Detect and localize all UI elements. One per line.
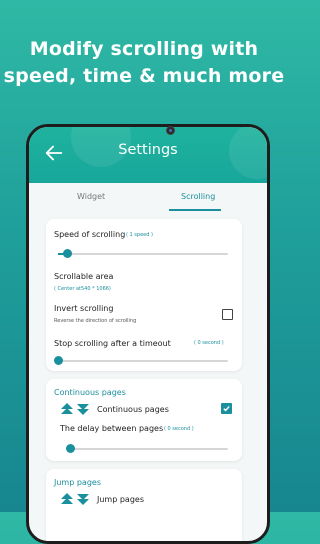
page-title: Settings — [118, 142, 178, 158]
timeout-slider[interactable] — [54, 356, 228, 365]
scrollable-area-value: ( Center at540 * 1066) — [54, 286, 111, 292]
slider-thumb[interactable] — [62, 249, 72, 258]
continuous-pages-checkbox[interactable] — [221, 403, 232, 414]
jump-pages-title: Jump pages — [54, 478, 101, 487]
tab-scrolling[interactable]: Scrolling — [181, 192, 215, 201]
slider-thumb[interactable] — [66, 444, 75, 453]
continuous-pages-card: Continuous pages Continuous pages The de… — [46, 379, 242, 461]
delay-value: ( 0 second ) — [164, 426, 194, 432]
invert-scrolling-label: Invert scrolling — [54, 304, 114, 313]
tab-widget[interactable]: Widget — [77, 192, 105, 201]
phone-frame: Settings Widget Scrolling Speed of scrol… — [26, 124, 270, 544]
slider-thumb[interactable] — [54, 356, 63, 365]
front-camera — [167, 127, 174, 134]
up-down-arrows-icon — [61, 403, 89, 415]
invert-scrolling-checkbox[interactable] — [222, 309, 233, 320]
continuous-pages-label: Continuous pages — [97, 405, 169, 414]
app-bar: Settings — [29, 127, 267, 183]
speed-label: Speed of scrolling — [54, 230, 126, 239]
jump-pages-card: Jump pages Jump pages — [46, 469, 242, 541]
scroll-settings-card: Speed of scrolling ( 1 speed ) Scrollabl… — [46, 219, 242, 371]
continuous-pages-title: Continuous pages — [54, 388, 126, 397]
up-down-arrows-icon — [61, 493, 89, 505]
delay-label: The delay between pages — [60, 424, 164, 433]
timeout-value: ( 0 second ) — [194, 340, 224, 346]
speed-value: ( 1 speed ) — [126, 232, 153, 238]
tab-bar: Widget Scrolling — [29, 185, 267, 213]
tab-indicator — [169, 209, 221, 211]
timeout-label: Stop scrolling after a timeout — [54, 339, 171, 348]
slider-track — [58, 360, 228, 362]
slider-track — [70, 448, 228, 450]
promo-headline: Modify scrolling with speed, time & much… — [0, 36, 288, 90]
headline-line-2: speed, time & much more — [3, 65, 285, 87]
headline-line-1: Modify scrolling with — [29, 38, 259, 60]
scrollable-area-label[interactable]: Scrollable area — [54, 272, 113, 281]
invert-scrolling-description: Reverse the direction of scrolling — [54, 318, 137, 324]
check-icon — [223, 406, 230, 412]
jump-pages-label: Jump pages — [97, 495, 144, 504]
slider-track — [58, 253, 228, 255]
speed-slider[interactable] — [58, 249, 228, 258]
delay-slider[interactable] — [66, 444, 228, 453]
